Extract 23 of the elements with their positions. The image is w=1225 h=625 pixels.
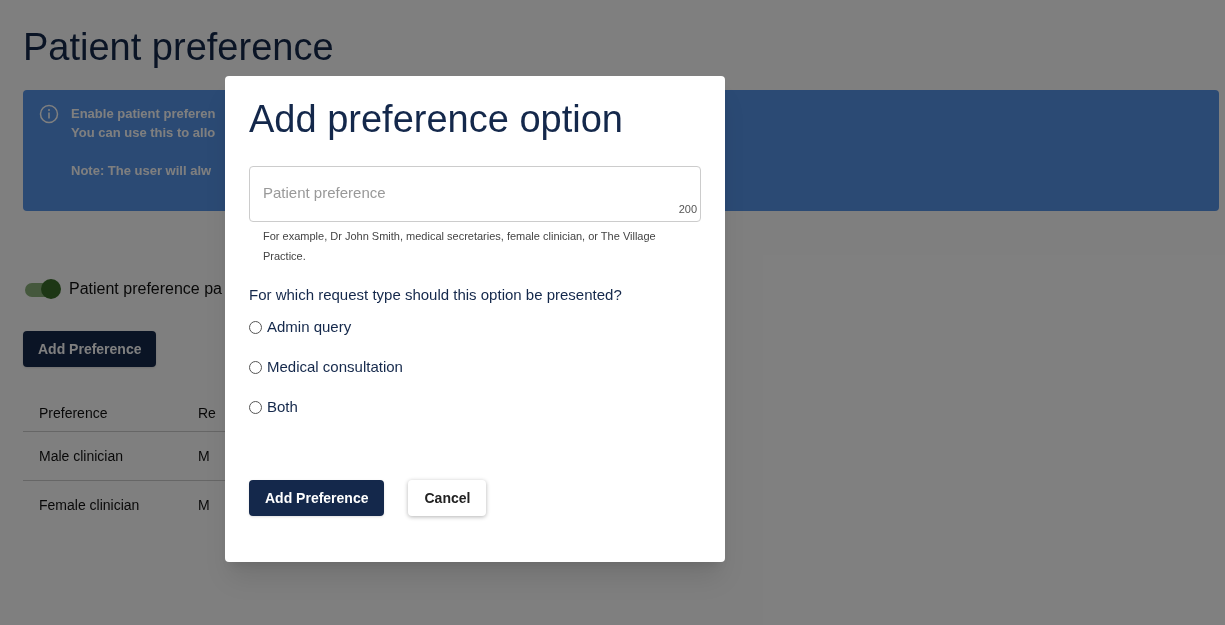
add-preference-button[interactable]: Add Preference bbox=[23, 331, 157, 367]
page-title: Patient preference bbox=[23, 28, 335, 66]
banner-text: You can use this to allo bbox=[71, 124, 216, 142]
cancel-button[interactable]: Cancel bbox=[408, 480, 487, 516]
helper-text: For example, Dr John Smith, medical secretaries, female clinician, or The Village Practice. bbox=[262, 228, 657, 264]
add-preference-button[interactable]: Add Preference bbox=[249, 480, 385, 516]
column-header: Preference bbox=[38, 403, 109, 423]
character-counter: 200 bbox=[678, 202, 697, 217]
table-cell-text: Male clinician bbox=[38, 446, 125, 466]
radio-option[interactable]: Medical consultation bbox=[249, 356, 701, 378]
banner-text: Note: The user will alw bbox=[71, 162, 213, 180]
dialog-title: Add preference option bbox=[249, 97, 624, 142]
banner-text: Enable patient preferen bbox=[71, 105, 216, 123]
radio-option[interactable]: Admin query bbox=[249, 316, 701, 338]
radio-option[interactable]: Both bbox=[249, 396, 701, 418]
toggle-label: Patient preference pa bbox=[69, 279, 222, 299]
info-icon bbox=[39, 104, 59, 124]
table-cell-text: M bbox=[198, 496, 210, 515]
question-text: For which request type should this option be presented? bbox=[249, 284, 623, 305]
column-header: Re bbox=[198, 403, 216, 423]
table-cell-text: Female clinician bbox=[38, 496, 141, 515]
toggle-switch[interactable] bbox=[23, 279, 61, 299]
table-cell-text: M bbox=[198, 446, 210, 466]
